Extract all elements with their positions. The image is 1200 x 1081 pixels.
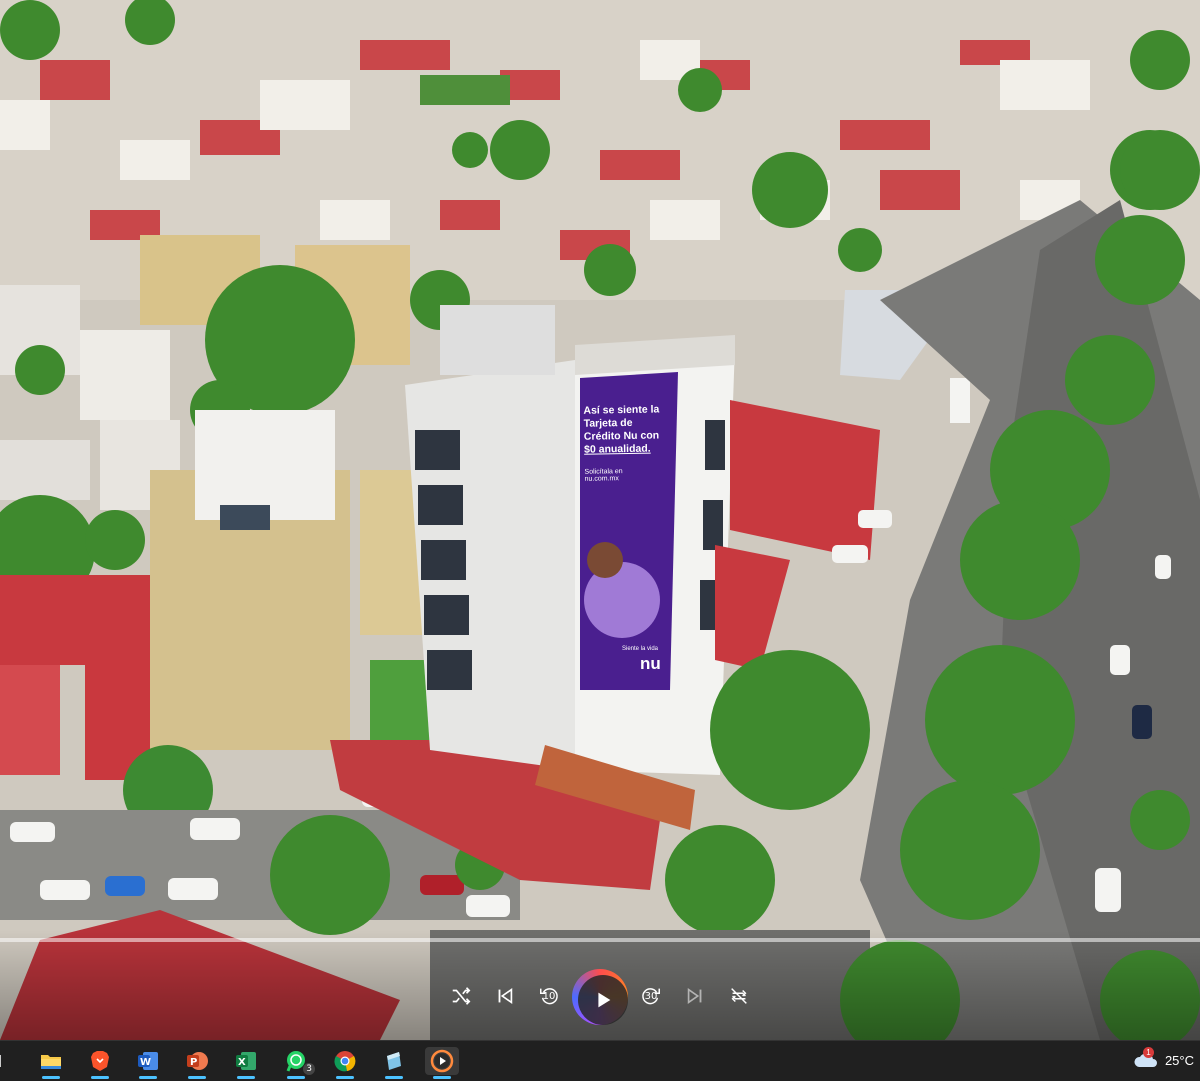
skip-next-icon — [687, 987, 702, 1005]
seek-bar[interactable] — [0, 938, 1200, 942]
aerial-city-illustration — [0, 0, 1200, 1040]
billboard-headline-1: Así se siente la — [583, 403, 660, 417]
billboard: Así se siente la Tarjeta de Crédito Nu c… — [583, 403, 672, 482]
next-button[interactable] — [677, 978, 713, 1014]
skip-previous-icon — [498, 987, 513, 1005]
word-icon: W — [138, 1052, 158, 1070]
play-icon — [598, 992, 611, 1008]
taskbar-chrome[interactable] — [328, 1047, 362, 1079]
weather-alert-badge: 1 — [1142, 1047, 1154, 1058]
repeat-off-button[interactable] — [721, 978, 757, 1014]
shuffle-icon — [452, 987, 471, 1005]
taskbar-powerpoint[interactable]: P — [180, 1047, 214, 1079]
taskbar-brave[interactable] — [83, 1047, 117, 1079]
skip-back-seconds: 10 — [542, 991, 556, 1002]
skip-forward-seconds: 30 — [644, 991, 658, 1002]
media-controls: 10 30 — [0, 930, 1200, 1040]
svg-text:W: W — [140, 1057, 151, 1068]
billboard-brand-logo: nu — [640, 654, 661, 673]
skip-forward-button[interactable]: 30 — [633, 978, 669, 1014]
brave-browser-icon — [91, 1051, 109, 1071]
taskbar-overflow[interactable] — [0, 1047, 20, 1075]
notepad-icon — [387, 1052, 401, 1070]
powerpoint-icon: P — [187, 1052, 208, 1070]
taskbar-word[interactable]: W — [131, 1047, 165, 1079]
chrome-icon — [334, 1051, 356, 1072]
svg-text:P: P — [190, 1057, 197, 1068]
taskbar-whatsapp[interactable]: 3 — [279, 1047, 315, 1079]
billboard-tagline: Siente la vida — [622, 646, 659, 652]
billboard-headline-4: $0 anualidad. — [584, 442, 651, 456]
taskbar-file-explorer[interactable] — [34, 1047, 68, 1079]
skip-back-button[interactable]: 10 — [531, 978, 567, 1014]
media-player-icon — [430, 1049, 454, 1073]
whatsapp-unread-badge: 3 — [303, 1063, 315, 1075]
taskbar-media-player[interactable] — [425, 1047, 459, 1079]
previous-button[interactable] — [487, 978, 523, 1014]
weather-widget[interactable]: 1 25°C — [1133, 1047, 1194, 1069]
play-button[interactable] — [575, 972, 631, 1028]
aerial-photo: Así se siente la Tarjeta de Crédito Nu c… — [0, 0, 1200, 1040]
weather-temperature: 25°C — [1164, 1052, 1194, 1068]
billboard-headline-3: Crédito Nu con — [583, 429, 660, 443]
svg-text:X: X — [238, 1057, 246, 1068]
taskbar-excel[interactable]: X — [229, 1047, 263, 1079]
file-explorer-icon — [41, 1055, 61, 1069]
repeat-off-icon — [731, 988, 747, 1004]
taskbar-notepad[interactable] — [377, 1047, 411, 1079]
taskbar: W P X 3 1 25°C — [0, 1040, 1200, 1081]
overflow-icon — [0, 1055, 1, 1067]
shuffle-button[interactable] — [443, 978, 479, 1014]
excel-icon: X — [236, 1052, 256, 1070]
